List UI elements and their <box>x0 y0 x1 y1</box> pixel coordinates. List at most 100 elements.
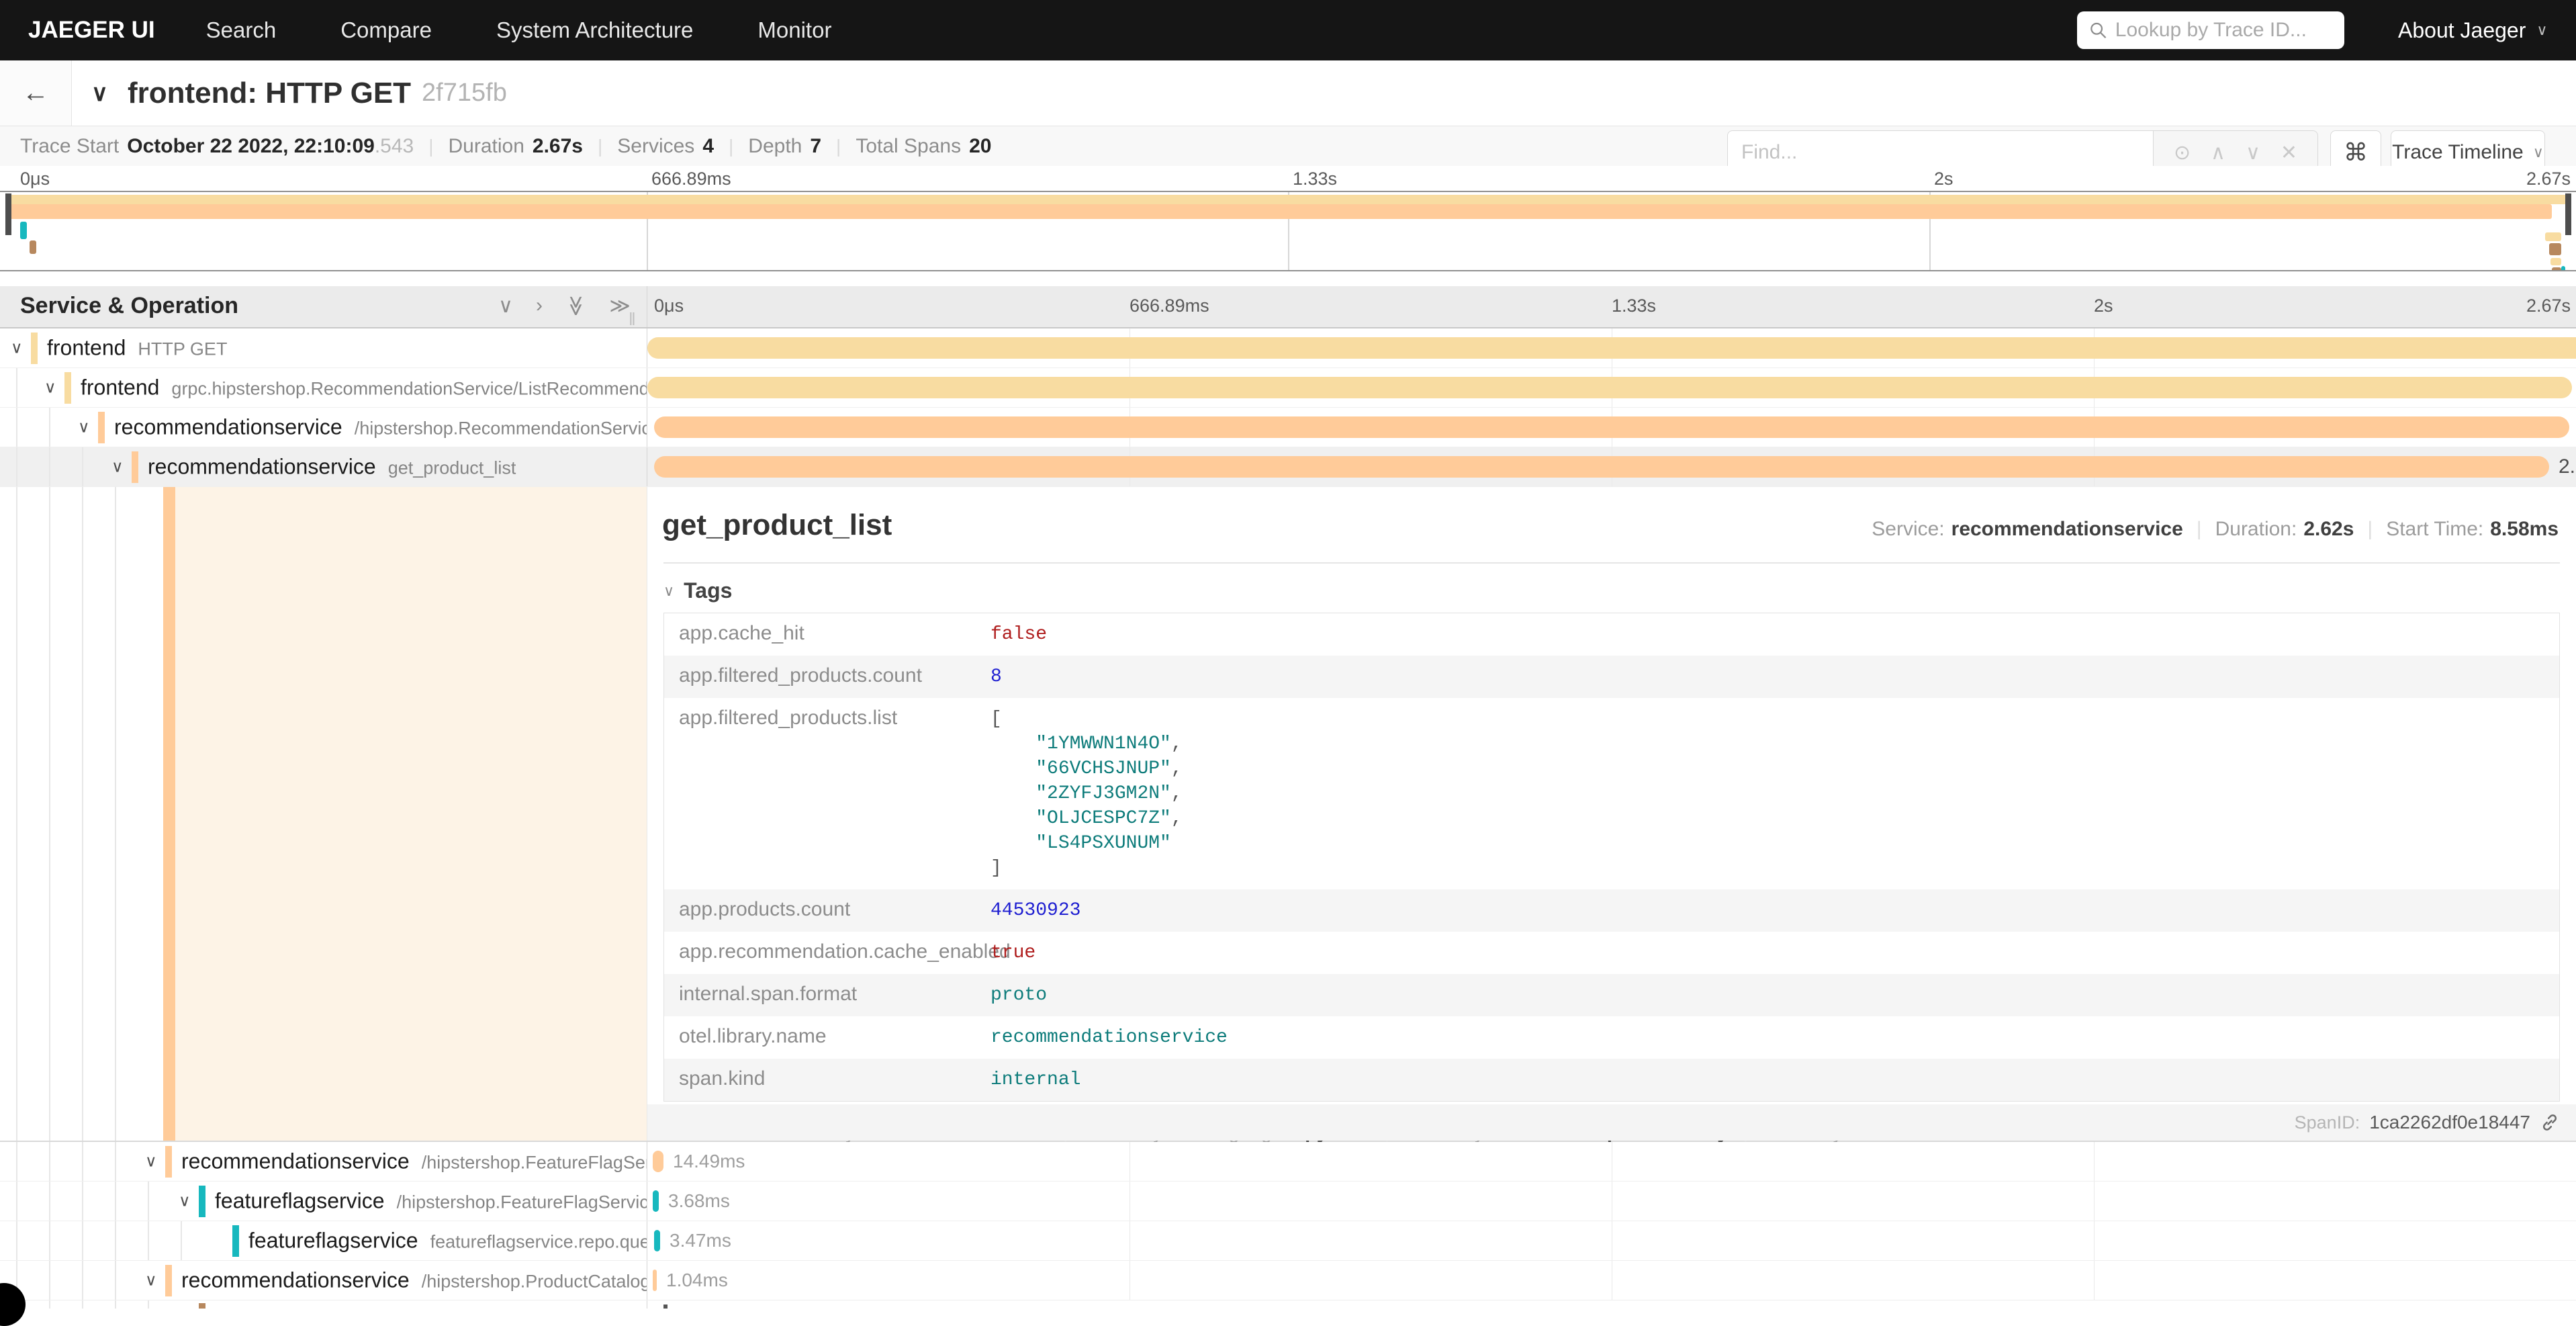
app-brand[interactable]: JAEGER UI <box>28 17 155 44</box>
prev-match-icon[interactable]: ∧ <box>2211 141 2225 165</box>
expand-collapse-controls: ∨ › ≫ ≫ <box>498 294 631 318</box>
expand-all-icon[interactable]: ≫ <box>609 294 630 318</box>
json-punctuation: , <box>1171 783 1183 804</box>
chevron-down-icon[interactable]: ∨ <box>145 1152 157 1172</box>
about-jaeger-menu[interactable]: About Jaeger ∨ <box>2398 0 2547 60</box>
tags-section-title: Tags <box>684 578 732 603</box>
expand-one-icon[interactable]: ≫ <box>564 296 588 316</box>
span-timeline-cell[interactable] <box>647 368 2576 407</box>
nav-item-monitor[interactable]: Monitor <box>757 17 831 43</box>
deep-link-icon[interactable] <box>2540 1112 2560 1133</box>
timeline-tick-label: 666.89ms <box>1130 296 1209 316</box>
tag-row[interactable]: internal.span.formatproto <box>664 974 2559 1016</box>
tree-indent-guide <box>115 1300 116 1309</box>
minimap-drag-handle[interactable] <box>2565 193 2571 235</box>
span-detail-panel: get_product_list Service:recommendations… <box>647 487 2576 1141</box>
span-duration-bar[interactable] <box>647 377 2572 398</box>
span-duration-bar[interactable] <box>654 1230 660 1251</box>
service-color-bar <box>31 333 38 364</box>
tag-row[interactable]: span.kindinternal <box>664 1059 2559 1101</box>
tag-value-bool: true <box>991 942 1036 963</box>
tag-key: span.kind <box>664 1067 991 1092</box>
span-timeline-cell[interactable]: 3.47ms <box>647 1221 2576 1260</box>
minimap-ticks: 0μs666.89ms1.33s2s2.67s <box>0 166 2576 191</box>
chevron-down-icon[interactable]: ∨ <box>111 457 124 477</box>
timeline-gridline <box>2094 1142 2095 1181</box>
column-resize-grip[interactable]: ‖ <box>629 309 637 330</box>
collapse-all-icon[interactable]: ∨ <box>498 294 513 318</box>
service-color-bar <box>132 451 138 483</box>
tag-row[interactable]: otel.library.namerecommendationservice <box>664 1016 2559 1059</box>
tag-key: app.cache_hit <box>664 622 991 647</box>
minimap-drag-handle[interactable] <box>5 193 11 235</box>
span-timeline-cell[interactable] <box>647 408 2576 447</box>
timeline-tick-label: 2.67s <box>2526 296 2571 316</box>
span-duration-bar[interactable] <box>653 1270 657 1291</box>
trace-minimap[interactable] <box>0 191 2576 271</box>
chevron-down-icon: ∨ <box>91 80 108 107</box>
tags-section-toggle[interactable]: ∨ Tags <box>663 578 2576 603</box>
span-name-cell[interactable]: ∨recommendationservice/hipstershop.Produ… <box>0 1261 647 1300</box>
tag-key: app.recommendation.cache_enabled <box>664 940 991 965</box>
tag-value-str: internal <box>991 1069 1080 1090</box>
json-punctuation: , <box>1171 808 1183 829</box>
chevron-down-icon[interactable]: ∨ <box>44 378 56 398</box>
match-focus-icon[interactable]: ⊙ <box>2174 141 2191 165</box>
span-timeline-cell[interactable]: 3.68ms <box>647 1182 2576 1221</box>
timeline-tick-label: 1.33s <box>1612 296 1656 316</box>
nav-item-system-architecture[interactable]: System Architecture <box>496 17 693 43</box>
service-color-bar <box>199 1303 205 1309</box>
tree-indent-guide <box>16 487 17 1141</box>
summary-label: Total Spans <box>856 135 961 158</box>
tree-indent-guide <box>49 447 50 486</box>
span-name-cell[interactable]: ∨frontendHTTP GET <box>0 328 647 367</box>
span-timeline-cell[interactable]: 2.62s <box>647 447 2576 486</box>
span-detail-tint <box>175 487 647 1141</box>
trace-id-lookup[interactable] <box>2077 11 2344 49</box>
tree-indent-guide <box>49 1300 50 1309</box>
span-timeline-cell[interactable] <box>647 328 2576 367</box>
collapse-trace-chevron[interactable]: ∨ <box>91 60 108 126</box>
span-name-cell[interactable]: ∨recommendationservice/hipstershop.Recom… <box>0 408 647 447</box>
minimap-span-bar <box>5 204 2552 219</box>
span-operation-name: /hipstershop.ProductCatalogSer... <box>422 1272 647 1292</box>
span-name-cell[interactable]: ∨recommendationserviceget_product_list <box>0 447 647 486</box>
span-name-cell[interactable]: ∨featureflagservice/hipstershop.FeatureF… <box>0 1182 647 1221</box>
span-duration-bar[interactable] <box>654 416 2569 438</box>
tree-indent-guide <box>148 1300 149 1309</box>
tag-row[interactable]: app.products.count44530923 <box>664 889 2559 932</box>
span-name-cell[interactable]: featureflagservicefeatureflagservice.rep… <box>0 1221 647 1260</box>
detail-meta-separator: | <box>2367 518 2373 541</box>
json-punctuation <box>991 758 1036 779</box>
chevron-down-icon[interactable]: ∨ <box>11 339 23 358</box>
tag-row[interactable]: app.cache_hitfalse <box>664 613 2559 656</box>
tag-value-str: recommendationservice <box>991 1027 1228 1048</box>
trace-id-input[interactable] <box>2115 19 2332 42</box>
chevron-down-icon[interactable]: ∨ <box>145 1271 157 1290</box>
nav-item-compare[interactable]: Compare <box>340 17 432 43</box>
tree-indent-guide <box>82 1142 83 1181</box>
tag-row[interactable]: app.filtered_products.list[ "1YMWWN1N4O"… <box>664 698 2559 889</box>
tree-indent-guide <box>49 408 50 447</box>
span-name-cell[interactable]: ∨frontendgrpc.hipstershop.Recommendation… <box>0 368 647 407</box>
span-name-cell[interactable]: ∨recommendationservice/hipstershop.Featu… <box>0 1142 647 1181</box>
chevron-down-icon[interactable]: ∨ <box>179 1192 191 1211</box>
back-button[interactable]: ← <box>0 60 72 126</box>
summary-value: 20 <box>969 135 991 158</box>
span-duration-bar[interactable] <box>653 1151 663 1172</box>
span-duration-bar[interactable] <box>654 456 2549 478</box>
minimap-gap <box>0 271 2576 286</box>
span-timeline-cell[interactable]: 14.49ms <box>647 1142 2576 1181</box>
collapse-one-icon[interactable]: › <box>536 294 543 318</box>
span-duration-bar[interactable] <box>647 337 2576 359</box>
tag-value: 8 <box>991 664 1002 689</box>
next-match-icon[interactable]: ∨ <box>2246 141 2260 165</box>
timeline-tick-label: 0μs <box>654 296 684 316</box>
nav-item-search[interactable]: Search <box>206 17 277 43</box>
clear-find-icon[interactable]: ✕ <box>2281 141 2297 165</box>
chevron-down-icon[interactable]: ∨ <box>78 418 90 437</box>
tag-row[interactable]: app.filtered_products.count8 <box>664 656 2559 698</box>
span-duration-bar[interactable] <box>653 1190 659 1212</box>
span-timeline-cell[interactable]: 1.04ms <box>647 1261 2576 1300</box>
tag-row[interactable]: app.recommendation.cache_enabledtrue <box>664 932 2559 974</box>
